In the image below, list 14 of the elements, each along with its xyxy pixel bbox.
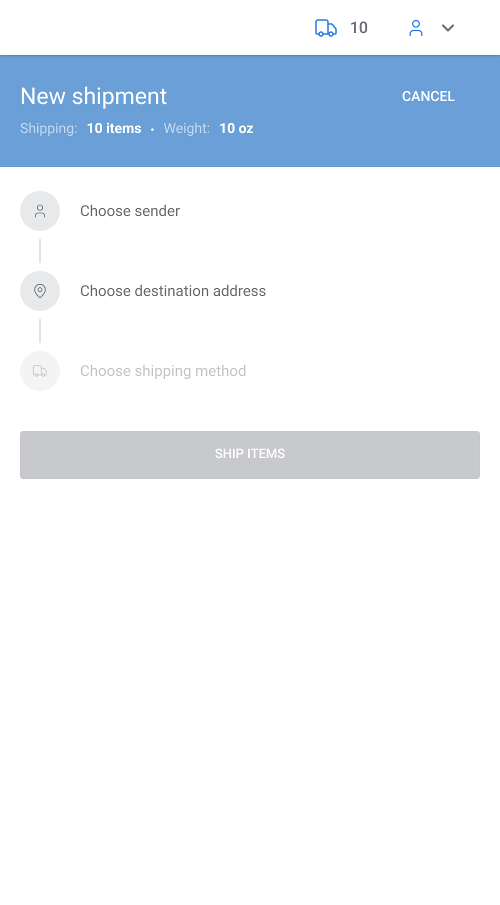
truck-icon xyxy=(32,363,48,379)
page-title: New shipment xyxy=(20,83,168,111)
step-label[interactable]: Choose sender xyxy=(80,200,180,222)
weight-label: Weight: xyxy=(163,120,210,139)
person-icon xyxy=(32,203,48,219)
shipment-count: 10 xyxy=(350,16,368,38)
weight-value: 10 oz xyxy=(219,120,254,139)
pin-icon xyxy=(32,283,48,299)
shipping-value: 10 items xyxy=(86,120,142,139)
cancel-button[interactable]: CANCEL xyxy=(402,87,455,108)
separator-dot: • xyxy=(150,122,154,138)
shipping-label: Shipping: xyxy=(20,120,78,139)
step-label[interactable]: Choose destination address xyxy=(80,280,266,302)
step-label: Choose shipping method xyxy=(80,360,246,382)
